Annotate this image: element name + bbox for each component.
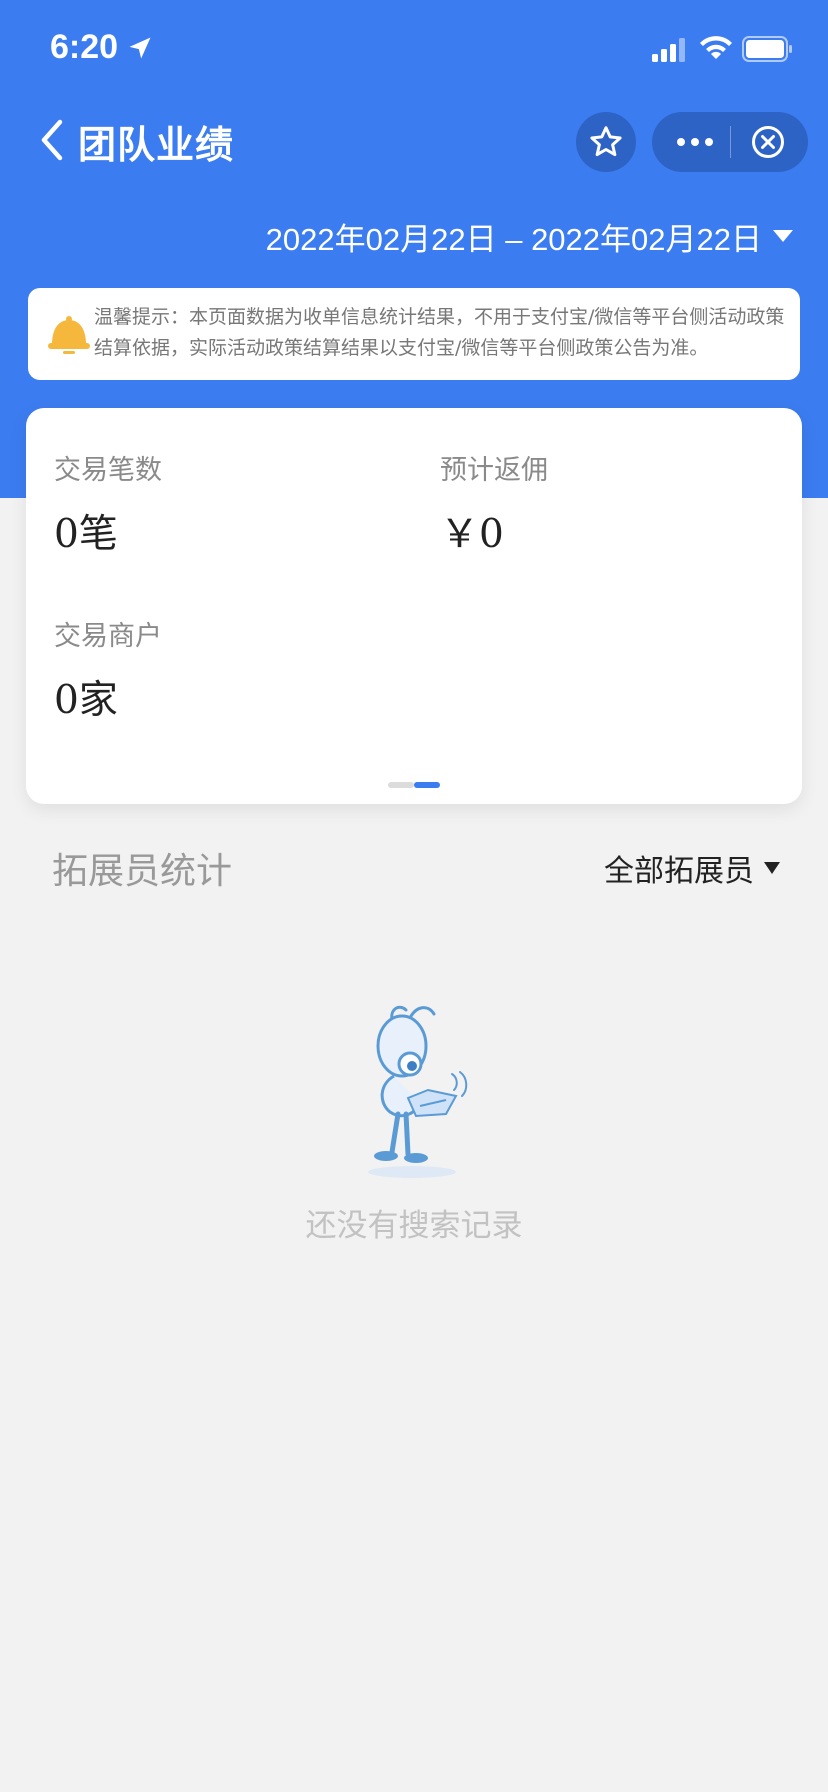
notice-banner: 温馨提示：本页面数据为收单信息统计结果，不用于支付宝/微信等平台侧活动政策结算依…	[28, 288, 800, 380]
notice-text: 温馨提示：本页面数据为收单信息统计结果，不用于支付宝/微信等平台侧活动政策结算依…	[94, 306, 785, 359]
stat-label: 预计返佣	[440, 455, 548, 486]
more-button[interactable]	[652, 112, 730, 172]
empty-state-text: 还没有搜索记录	[305, 1208, 523, 1244]
page-indicator	[388, 782, 440, 788]
mini-program-capsule	[652, 112, 808, 172]
page-dot-active[interactable]	[414, 782, 440, 788]
location-arrow-icon	[129, 37, 151, 59]
close-circle-icon	[752, 126, 784, 158]
battery-icon	[742, 36, 792, 62]
caret-down-icon	[764, 862, 780, 874]
stat-value: 0笔	[54, 512, 118, 557]
wifi-icon	[700, 36, 732, 59]
star-icon	[590, 126, 622, 157]
bell-icon	[48, 316, 90, 354]
section-title: 拓展员统计	[52, 851, 233, 892]
stat-trades: 交易笔数 0笔	[54, 448, 162, 559]
filter-label: 全部拓展员	[604, 854, 754, 889]
stat-label: 交易笔数	[54, 455, 162, 486]
page-title: 团队业绩	[78, 123, 235, 167]
stat-value: ￥0	[440, 512, 504, 557]
status-time: 6:20	[50, 28, 119, 66]
stat-value: 0家	[54, 678, 118, 723]
stat-merchants: 交易商户 0家	[54, 614, 162, 725]
stat-rebate: 预计返佣 ￥0	[440, 448, 548, 559]
date-range-text: 2022年02月22日 – 2022年02月22日	[265, 221, 762, 257]
date-range-picker[interactable]: 2022年02月22日 – 2022年02月22日	[266, 212, 794, 260]
close-button[interactable]	[731, 112, 808, 172]
expander-filter-dropdown[interactable]: 全部拓展员	[604, 846, 780, 890]
more-icon	[677, 138, 713, 146]
caret-down-icon	[773, 230, 793, 242]
ant-mascot-illustration	[368, 1005, 468, 1178]
nav-bar: 团队业绩	[0, 100, 828, 180]
page-dot[interactable]	[388, 782, 414, 788]
stats-card: 交易笔数 0笔 预计返佣 ￥0 交易商户 0家	[26, 408, 802, 804]
favorite-button[interactable]	[576, 112, 636, 172]
back-icon[interactable]	[38, 118, 68, 162]
stat-label: 交易商户	[54, 621, 162, 652]
status-bar: 6:20	[0, 0, 828, 100]
signal-icon	[652, 38, 685, 62]
